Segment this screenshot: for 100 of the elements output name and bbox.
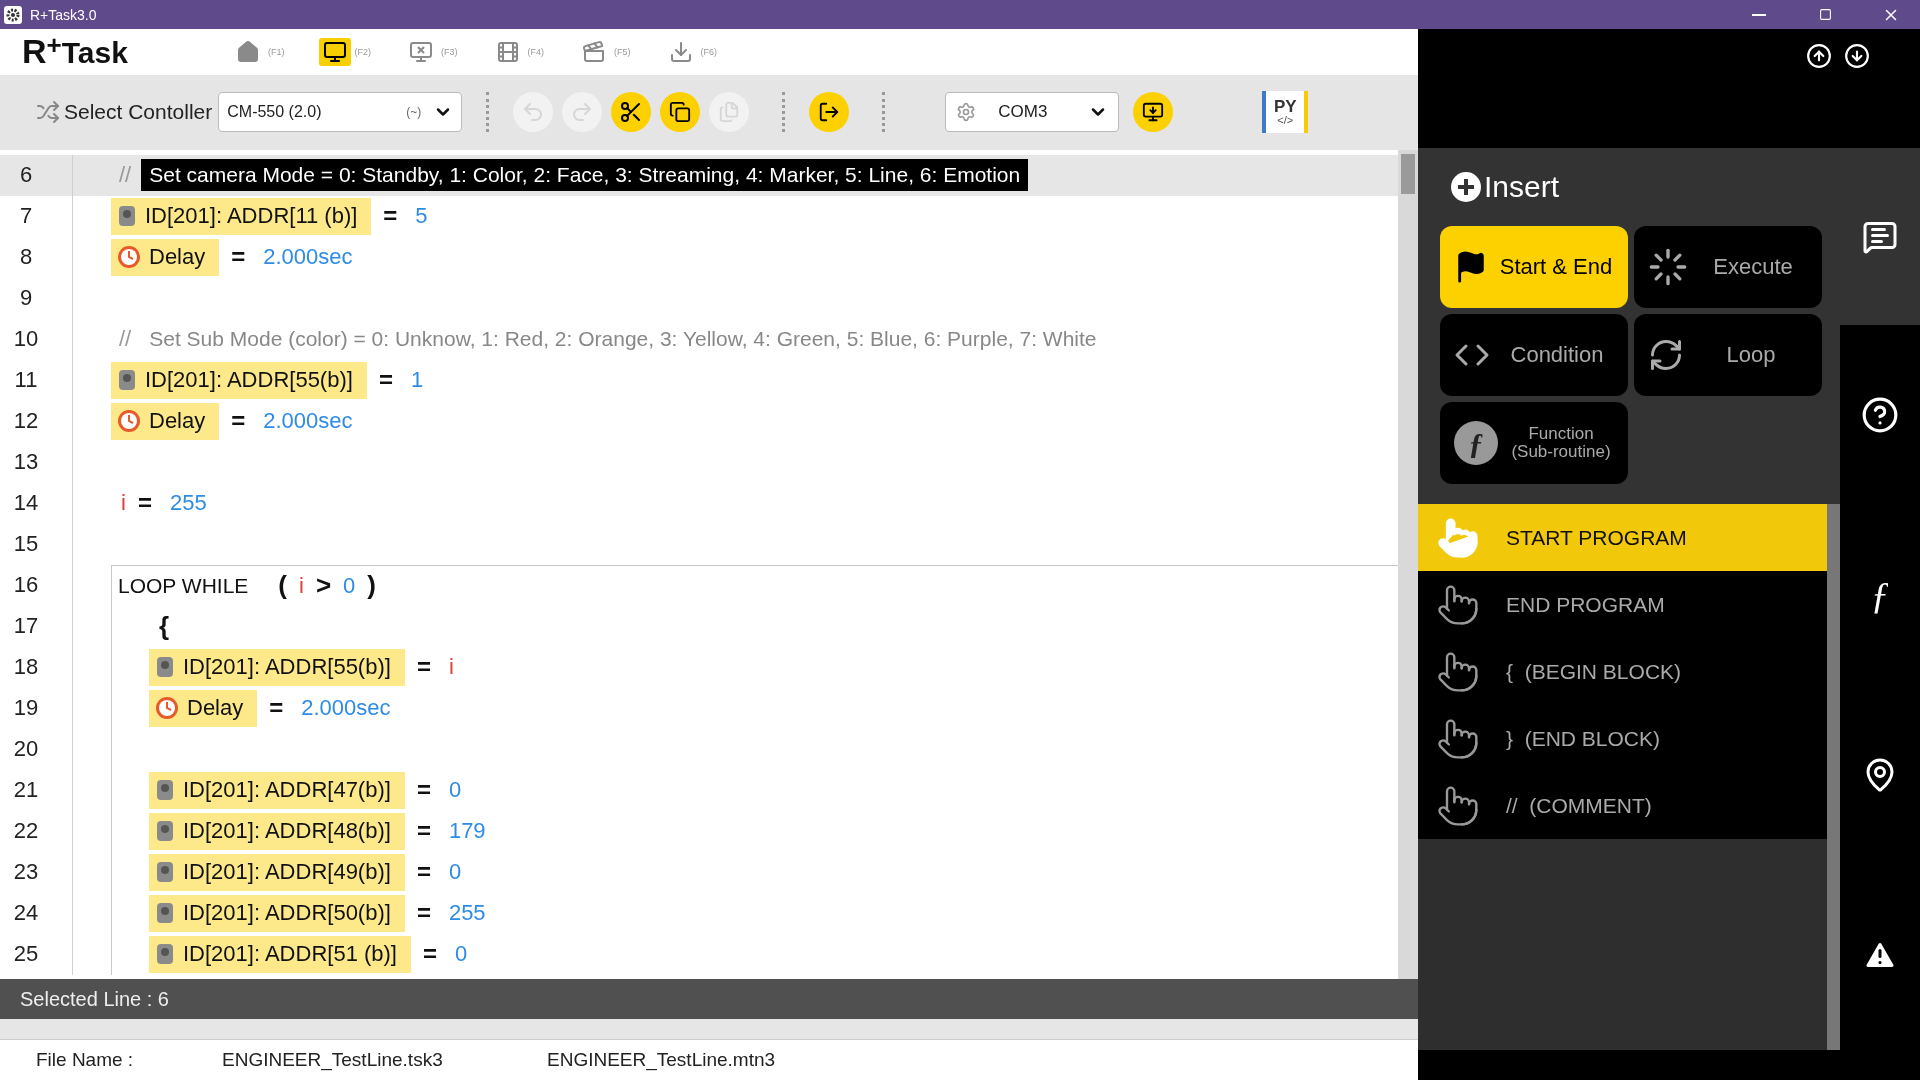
controller-select[interactable]: CM-550 (2.0) (~): [218, 92, 463, 133]
device-icon: [155, 942, 175, 967]
python-button[interactable]: PY </>: [1262, 91, 1309, 134]
address-block[interactable]: ID[201]: ADDR[47(b)]: [149, 771, 405, 809]
line-number: 17: [12, 613, 40, 640]
address-block[interactable]: ID[201]: ADDR[49(b)]: [149, 853, 405, 891]
task-file-name: ENGINEER_TestLine.tsk3: [222, 1049, 444, 1071]
download-button[interactable]: [1133, 92, 1174, 133]
device-icon: [155, 860, 175, 885]
line-number: 18: [12, 654, 40, 681]
status-text: Selected Line : 6: [20, 987, 169, 1011]
address-block[interactable]: ID[201]: ADDR[55(b)]: [149, 648, 405, 686]
comment-tab[interactable]: [1840, 148, 1920, 325]
equals-sign: =: [137, 489, 152, 518]
line-number: 7: [18, 203, 34, 230]
address-block[interactable]: ID[201]: ADDR[51 (b)]: [149, 935, 411, 973]
line-number: 9: [18, 285, 34, 312]
assigned-value: 179: [448, 818, 486, 845]
function-icon: ƒ: [1870, 573, 1890, 617]
delay-block[interactable]: Delay: [149, 689, 258, 727]
assigned-value: 0: [455, 941, 468, 968]
equals-sign: =: [416, 817, 431, 846]
refresh-icon: [1648, 337, 1684, 373]
assigned-value: i: [448, 654, 454, 681]
equals-sign: =: [416, 653, 431, 682]
comparison-operator: >: [315, 570, 332, 602]
clock-icon: [117, 409, 141, 434]
device-icon: [155, 655, 175, 680]
clapperboard-icon: [582, 39, 606, 64]
exit-icon: [818, 101, 841, 124]
loop-variable: i: [299, 572, 304, 599]
assigned-value: 2.000sec: [301, 695, 391, 722]
equals-sign: =: [416, 858, 431, 887]
insert-item[interactable]: { (BEGIN BLOCK): [1418, 638, 1827, 705]
category-button[interactable]: Loop: [1634, 314, 1822, 396]
equals-sign: =: [231, 243, 246, 272]
help-icon: [1861, 396, 1899, 434]
address-block[interactable]: ID[201]: ADDR[55(b)]: [111, 361, 367, 399]
line-number: 20: [12, 736, 40, 763]
address-block[interactable]: ID[201]: ADDR[11 (b)]: [111, 197, 372, 235]
insert-item[interactable]: END PROGRAM: [1418, 571, 1827, 638]
line-number: 25: [12, 941, 40, 968]
hand-pointer-icon: [1436, 716, 1480, 761]
gear-icon: [956, 102, 977, 123]
spinner-icon: [1648, 247, 1688, 287]
app-icon: [4, 5, 22, 24]
hand-pointer-icon: [1436, 582, 1480, 627]
delay-block[interactable]: Delay: [111, 402, 220, 440]
port-select[interactable]: COM3: [945, 92, 1120, 133]
address-block[interactable]: ID[201]: ADDR[50(b)]: [149, 894, 405, 932]
line-number: 10: [12, 326, 40, 353]
hand-pointer-icon: [1436, 515, 1480, 560]
variable-name: i: [121, 490, 126, 517]
file-name-label: File Name :: [36, 1049, 135, 1071]
delay-block[interactable]: Delay: [111, 238, 220, 276]
loop-limit: 0: [343, 572, 356, 599]
comment-text: Set Sub Mode (color) = 0: Unknow, 1: Red, 2: Orange, 3: Yellow, 4: Green, 5: Blue, 6: Purple, 7: White: [148, 326, 1098, 353]
category-button[interactable]: ƒ Function (Sub-routine): [1440, 402, 1628, 484]
equals-sign: =: [383, 202, 398, 231]
window-title: R+Task3.0: [30, 6, 98, 23]
insert-item[interactable]: // (COMMENT): [1418, 772, 1827, 839]
restore-icon: [1818, 8, 1832, 21]
assigned-value: 0: [448, 859, 462, 886]
download-icon[interactable]: [1844, 43, 1870, 69]
assigned-value: 5: [415, 203, 428, 230]
scrollbar[interactable]: [1827, 504, 1840, 1050]
category-button[interactable]: Execute: [1634, 226, 1822, 308]
film-icon: [495, 39, 520, 64]
comment-mark: //: [119, 162, 132, 189]
copy-button[interactable]: [660, 92, 701, 133]
shuffle-icon: [36, 100, 60, 125]
insert-item[interactable]: } (END BLOCK): [1418, 705, 1827, 772]
comment-mark: //: [119, 326, 132, 353]
scrollbar-thumb[interactable]: [1401, 153, 1415, 194]
assigned-value: 0: [448, 777, 462, 804]
device-icon: [117, 368, 137, 393]
export-button[interactable]: [809, 92, 850, 133]
home-icon: [236, 39, 260, 64]
category-button[interactable]: Condition: [1440, 314, 1628, 396]
device-icon: [155, 778, 175, 803]
insert-item[interactable]: START PROGRAM: [1418, 504, 1827, 571]
minimize-icon: [1752, 13, 1766, 16]
line-number: 14: [12, 490, 40, 517]
line-number: 11: [13, 367, 39, 394]
copy-icon: [669, 101, 692, 124]
address-block[interactable]: ID[201]: ADDR[48(b)]: [149, 812, 405, 850]
hand-pointer-icon: [1436, 783, 1480, 828]
hand-pointer-icon: [1436, 649, 1480, 694]
line-number: 16: [12, 572, 40, 599]
equals-sign: =: [416, 776, 431, 805]
line-number: 13: [12, 449, 40, 476]
monitor-icon: [322, 39, 347, 64]
download-icon: [668, 39, 693, 64]
cut-button[interactable]: [611, 92, 652, 133]
category-button[interactable]: Start & End: [1440, 226, 1628, 308]
monitor-icon: [409, 39, 433, 64]
scrollbar[interactable]: [1398, 149, 1418, 980]
assigned-value: 255: [448, 900, 486, 927]
equals-sign: =: [231, 407, 246, 436]
upload-icon[interactable]: [1806, 43, 1832, 69]
